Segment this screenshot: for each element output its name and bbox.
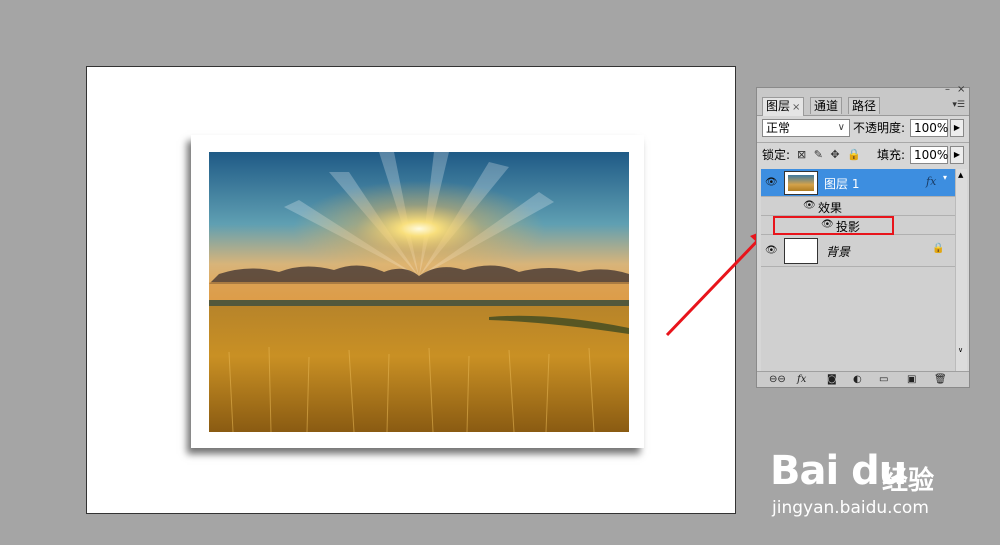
layers-panel: – × 图层 × 通道 路径 ▾☰ 正常 ∨ 不透明度: 100% ▶ 锁定: ⊠… bbox=[756, 84, 970, 388]
thumbnail-image bbox=[788, 175, 814, 191]
effects-label: 效果 bbox=[818, 201, 843, 215]
panel-menu-icon[interactable]: ▾☰ bbox=[952, 100, 965, 110]
watermark-cn: 经验 bbox=[882, 466, 935, 496]
lock-icon: 🔒 bbox=[932, 243, 945, 254]
layers-bottom-toolbar: ⊖⊖ fx ◙ ◐ ▭ ▣ 🗑 bbox=[757, 371, 969, 387]
chevron-down-icon: ∨ bbox=[837, 122, 845, 133]
tab-layers-label: 图层 bbox=[766, 99, 791, 113]
fill-input[interactable]: 100% bbox=[910, 146, 948, 164]
close-icon[interactable]: × bbox=[957, 84, 965, 95]
layer-row-background[interactable]: 👁 背景 🔒 bbox=[761, 235, 967, 267]
mask-icon[interactable]: ◙ bbox=[827, 372, 837, 387]
layer-name: 图层 1 bbox=[824, 177, 860, 191]
trash-icon[interactable]: 🗑 bbox=[934, 372, 947, 387]
opacity-label: 不透明度: bbox=[853, 121, 906, 135]
tab-paths[interactable]: 路径 bbox=[848, 97, 881, 114]
tab-close-icon[interactable]: × bbox=[792, 102, 800, 113]
eye-icon[interactable]: 👁 bbox=[765, 177, 778, 188]
document-canvas[interactable] bbox=[86, 66, 736, 514]
link-icon[interactable]: ⊖⊖ bbox=[769, 372, 786, 387]
layer-row-layer1[interactable]: 👁 图层 1 fx ▾ bbox=[761, 169, 967, 197]
eye-icon[interactable]: 👁 bbox=[765, 245, 778, 256]
layers-list: 👁 图层 1 fx ▾ 👁 效果 👁 投影 👁 背景 🔒 bbox=[761, 169, 967, 374]
baidu-watermark: Bai du 经验 jingyan.baidu.com bbox=[770, 440, 990, 520]
lock-fill-row: 锁定: ⊠ ✎ ✥ 🔒 填充: 100% ▶ bbox=[757, 145, 969, 167]
highlight-box bbox=[773, 216, 894, 235]
fx-icon[interactable]: fx bbox=[926, 175, 936, 188]
divider bbox=[757, 142, 969, 143]
layer-row-effects[interactable]: 👁 效果 bbox=[761, 197, 967, 216]
photo-frame-with-drop-shadow bbox=[191, 135, 644, 448]
tab-paths-label: 路径 bbox=[852, 99, 877, 113]
minimize-icon[interactable]: – bbox=[945, 84, 950, 95]
eye-icon[interactable]: 👁 bbox=[803, 200, 816, 211]
panel-tabs: 图层 × 通道 路径 ▾☰ bbox=[757, 97, 969, 116]
group-icon[interactable]: ▭ bbox=[879, 372, 888, 387]
scroll-up-icon[interactable]: ▲ bbox=[958, 171, 963, 179]
opacity-input[interactable]: 100% bbox=[910, 119, 948, 137]
fx-icon[interactable]: fx bbox=[797, 372, 806, 387]
panel-titlebar: – × bbox=[757, 84, 969, 97]
opacity-arrow-button[interactable]: ▶ bbox=[950, 119, 964, 137]
expand-triangle-icon[interactable]: ▾ bbox=[943, 173, 947, 182]
blend-mode-select[interactable]: 正常 ∨ bbox=[762, 119, 850, 137]
fill-label: 填充: bbox=[877, 148, 906, 162]
blend-mode-value: 正常 bbox=[766, 121, 791, 135]
adjustment-icon[interactable]: ◐ bbox=[853, 372, 862, 387]
fill-arrow-button[interactable]: ▶ bbox=[950, 146, 964, 164]
layer-thumbnail bbox=[784, 171, 818, 195]
blend-opacity-row: 正常 ∨ 不透明度: 100% ▶ bbox=[757, 115, 969, 142]
new-layer-icon[interactable]: ▣ bbox=[907, 372, 916, 387]
scroll-down-icon[interactable]: ∨ bbox=[958, 346, 963, 354]
layer-thumbnail bbox=[784, 238, 818, 264]
layers-scrollbar[interactable]: ▲ ∨ bbox=[955, 169, 967, 374]
tab-layers[interactable]: 图层 × bbox=[762, 97, 805, 116]
layer-name: 背景 bbox=[826, 245, 851, 259]
lock-label: 锁定: bbox=[762, 148, 791, 162]
wheat-field-sunset-photo bbox=[209, 152, 629, 432]
watermark-url: jingyan.baidu.com bbox=[772, 498, 929, 518]
tab-channels-label: 通道 bbox=[814, 99, 839, 113]
tab-channels[interactable]: 通道 bbox=[810, 97, 843, 114]
lock-options-icons[interactable]: ⊠ ✎ ✥ 🔒 bbox=[797, 148, 863, 162]
